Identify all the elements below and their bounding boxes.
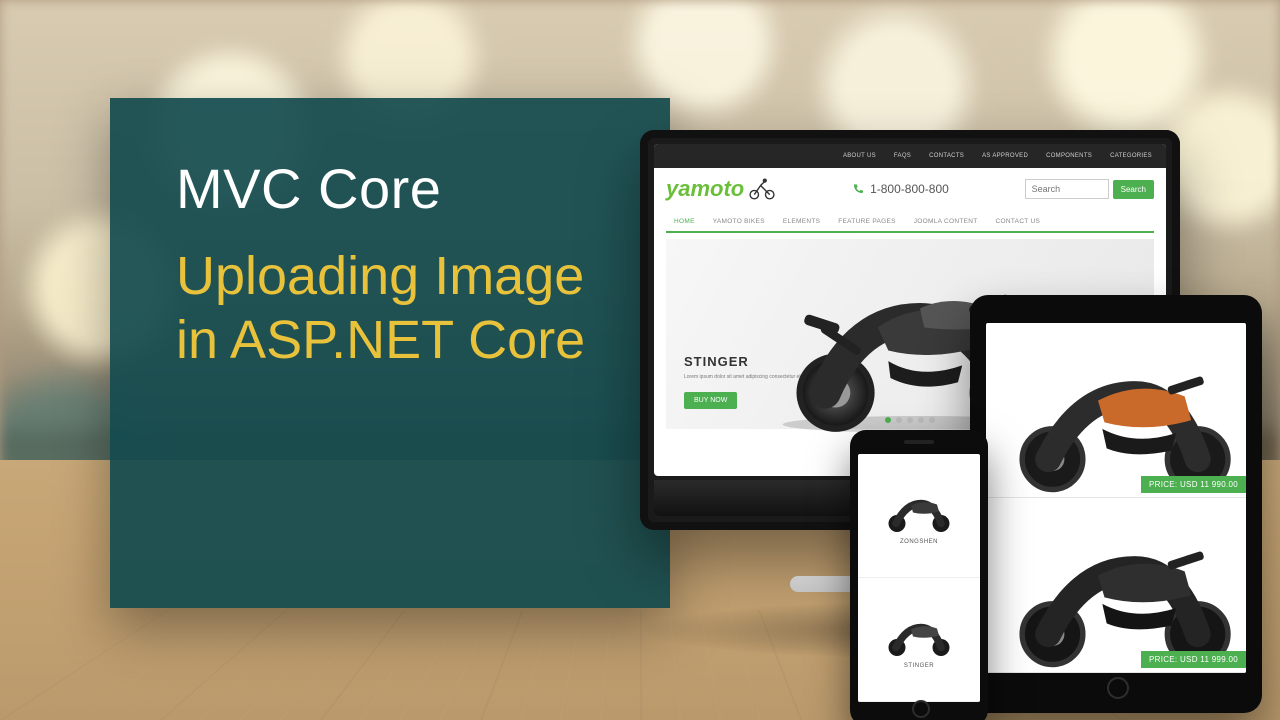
device-cluster: ABOUT US FAQS CONTACTS AS APPROVED COMPO… bbox=[640, 130, 1250, 680]
card-title: MVC Core bbox=[176, 156, 670, 221]
title-card: MVC Core Uploading Image in ASP.NET Core bbox=[110, 98, 670, 608]
utility-nav: ABOUT US FAQS CONTACTS AS APPROVED COMPO… bbox=[654, 144, 1166, 168]
motorcycle-image bbox=[879, 611, 959, 659]
product-list-item[interactable]: ZONGSHEN bbox=[858, 454, 980, 578]
phone-icon bbox=[852, 183, 864, 195]
utilnav-item[interactable]: ABOUT US bbox=[843, 153, 876, 159]
search-input[interactable] bbox=[1025, 179, 1109, 199]
cyclist-icon bbox=[748, 178, 776, 200]
utilnav-item[interactable]: AS APPROVED bbox=[982, 153, 1028, 159]
price-badge: PRICE: USD 11 999.00 bbox=[1141, 651, 1246, 668]
search-button[interactable]: Search bbox=[1113, 180, 1154, 199]
nav-home[interactable]: HOME bbox=[666, 212, 703, 233]
tablet-screen: PRICE: USD 11 990.00 PRICE: USD 11 999.0… bbox=[986, 323, 1246, 673]
product-list-item[interactable]: STINGER bbox=[858, 578, 980, 702]
product-card[interactable]: PRICE: USD 11 990.00 bbox=[986, 323, 1246, 498]
motorcycle-image bbox=[994, 506, 1246, 673]
nav-item[interactable]: YAMOTO BIKES bbox=[705, 212, 773, 231]
thumbnail-stage: MVC Core Uploading Image in ASP.NET Core… bbox=[0, 0, 1280, 720]
utilnav-item[interactable]: CONTACTS bbox=[929, 153, 964, 159]
main-nav: HOME YAMOTO BIKES ELEMENTS FEATURE PAGES… bbox=[666, 212, 1154, 233]
card-subtitle: Uploading Image in ASP.NET Core bbox=[176, 245, 630, 372]
utilnav-item[interactable]: FAQS bbox=[894, 153, 911, 159]
nav-item[interactable]: ELEMENTS bbox=[775, 212, 828, 231]
tablet-device: PRICE: USD 11 990.00 PRICE: USD 11 999.0… bbox=[970, 295, 1262, 713]
nav-item[interactable]: CONTACT US bbox=[988, 212, 1049, 231]
product-label: ZONGSHEN bbox=[900, 539, 938, 545]
phone-number: 1-800-800-800 bbox=[852, 182, 949, 196]
utilnav-item[interactable]: CATEGORIES bbox=[1110, 153, 1152, 159]
motorcycle-image bbox=[879, 487, 959, 535]
nav-item[interactable]: FEATURE PAGES bbox=[830, 212, 903, 231]
product-label: STINGER bbox=[904, 663, 934, 669]
product-card[interactable]: PRICE: USD 11 999.00 bbox=[986, 498, 1246, 673]
phone-screen: ZONGSHEN STINGER bbox=[858, 454, 980, 702]
price-badge: PRICE: USD 11 990.00 bbox=[1141, 476, 1246, 493]
site-logo[interactable]: yamoto bbox=[666, 176, 776, 202]
utilnav-item[interactable]: COMPONENTS bbox=[1046, 153, 1092, 159]
phone-device: ZONGSHEN STINGER bbox=[850, 430, 988, 720]
nav-item[interactable]: JOOMLA CONTENT bbox=[906, 212, 986, 231]
